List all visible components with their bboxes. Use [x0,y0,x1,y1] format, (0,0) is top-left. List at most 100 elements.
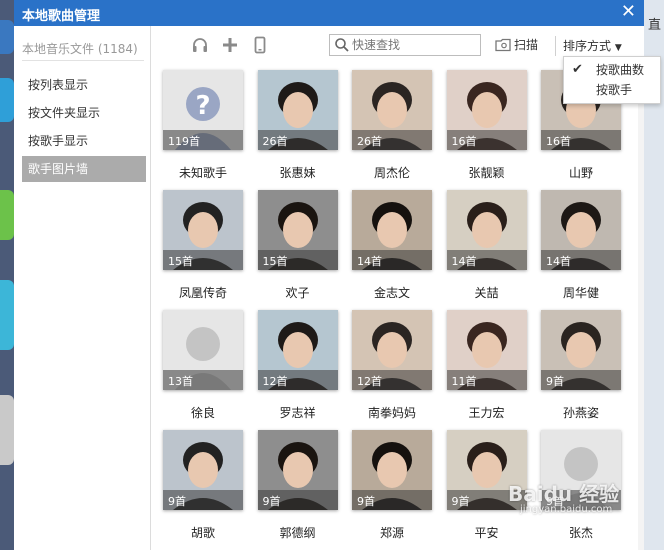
sort-option-label: 按歌曲数 [596,63,645,77]
artist-name[interactable]: 周杰伦 [342,164,442,181]
sidebar-item-artist-photo-wall[interactable]: 歌手图片墙 [22,156,146,182]
artist-name[interactable]: 王力宏 [437,404,537,421]
svg-text:?: ? [195,91,210,121]
song-count-bar: 16首 [541,130,621,150]
baidu-watermark-url: jingyan.baidu.com [520,504,613,515]
song-count-bar: 14首 [446,250,527,270]
folder-scan-icon [495,38,511,52]
song-count-bar: 15首 [257,250,338,270]
song-count-bar: 9首 [352,490,432,510]
artist-name[interactable]: 凤凰传奇 [153,284,253,301]
artist-name[interactable]: 徐良 [153,404,253,421]
sidebar-divider [22,60,144,61]
artist-placeholder-avatar[interactable]: 13首 [163,310,243,390]
sidebar-item-folder-view[interactable]: 按文件夹显示 [22,100,146,126]
baidu-watermark: Baidu 经验 [508,482,620,506]
song-count: 14首 [546,255,571,268]
sort-dropdown-menu: ✔ 按歌曲数 按歌手 [563,56,661,104]
artist-name[interactable]: 平安 [437,524,537,541]
song-count: 26首 [357,135,382,148]
artist-photo[interactable]: 12首 [352,310,432,390]
artist-photo[interactable]: 9首 [257,430,338,510]
artist-photo[interactable]: 14首 [541,190,621,270]
artist-name[interactable]: 金志文 [342,284,442,301]
background-app-tile [0,20,14,54]
background-app-tile [0,395,14,465]
song-count-bar: 12首 [352,370,432,390]
artist-photo[interactable]: 26首 [257,70,338,150]
artist-name[interactable]: 未知歌手 [153,164,253,181]
artist-name[interactable]: 胡歌 [153,524,253,541]
song-count: 119首 [168,135,200,148]
dialog-titlebar[interactable]: 本地歌曲管理 ✕ [14,0,644,26]
song-count-bar: 15首 [163,250,243,270]
artist-photo[interactable]: 9首 [541,310,621,390]
artist-name[interactable]: 罗志祥 [248,404,348,421]
artist-placeholder-avatar[interactable]: ? 119首 [163,70,243,150]
local-song-manager-dialog: 本地歌曲管理 ✕ 本地音乐文件 (1184) 按列表显示 按文件夹显示 按歌手显… [14,0,644,550]
plus-icon[interactable] [221,36,239,54]
artist-name[interactable]: 张惠妹 [248,164,348,181]
background-app-tile [0,280,14,350]
artist-name[interactable]: 周华健 [531,284,631,301]
artist-photo[interactable]: 9首 [163,430,243,510]
song-count: 14首 [451,255,477,268]
sidebar-item-list-view[interactable]: 按列表显示 [22,72,146,98]
song-count-bar: 14首 [541,250,621,270]
scan-label: 扫描 [514,38,539,52]
artist-name[interactable]: 南拳妈妈 [342,404,442,421]
song-count-bar: 9首 [163,490,243,510]
artist-photo[interactable]: 9首 [352,430,432,510]
song-count: 9首 [546,375,564,388]
sort-option-by-artist[interactable]: 按歌手 [564,80,660,100]
sidebar-item-artist-view[interactable]: 按歌手显示 [22,128,146,154]
artist-name[interactable]: 山野 [531,164,631,181]
sort-option-label: 按歌手 [596,83,633,97]
song-count-bar: 13首 [163,370,243,390]
song-count: 13首 [168,375,193,388]
sort-option-by-song-count[interactable]: ✔ 按歌曲数 [564,60,660,80]
headphone-icon[interactable] [191,36,209,54]
scrollbar[interactable] [638,64,644,550]
artist-photo[interactable]: 14首 [446,190,527,270]
caret-down-icon: ▼ [614,43,622,53]
background-app-tile [0,78,14,122]
sidebar-header: 本地音乐文件 (1184) [22,42,138,56]
checkmark-icon: ✔ [572,62,583,77]
artist-photo[interactable]: 15首 [257,190,338,270]
search-input[interactable] [352,36,476,54]
song-count-bar: 26首 [352,130,432,150]
background-app-tile [0,190,14,240]
phone-icon[interactable] [251,36,269,54]
song-count: 16首 [546,135,571,148]
artist-name[interactable]: 郑源 [342,524,442,541]
close-icon[interactable]: ✕ [621,2,636,22]
artist-name[interactable]: 郭德纲 [248,524,348,541]
artist-photo[interactable]: 16首 [446,70,527,150]
dialog-title: 本地歌曲管理 [22,9,101,24]
song-count: 11首 [451,375,477,388]
song-count-bar: 9首 [257,490,338,510]
song-count-bar: 9首 [541,370,621,390]
song-count: 15首 [168,255,193,268]
artist-name[interactable]: 张杰 [531,524,631,541]
song-count: 12首 [262,375,288,388]
song-count: 16首 [451,135,477,148]
sort-button[interactable]: 排序方式 ▼ [563,37,622,54]
artist-photo[interactable]: 15首 [163,190,243,270]
song-count: 9首 [262,495,281,508]
artist-name[interactable]: 孙燕姿 [531,404,631,421]
artist-photo[interactable]: 12首 [257,310,338,390]
background-app-text: 直 [648,18,662,33]
song-count: 12首 [357,375,382,388]
sidebar: 本地音乐文件 (1184) 按列表显示 按文件夹显示 按歌手显示 歌手图片墙 [14,26,151,550]
artist-photo[interactable]: 11首 [446,310,527,390]
artist-photo[interactable]: 14首 [352,190,432,270]
song-count-bar: 12首 [257,370,338,390]
song-count: 15首 [262,255,288,268]
artist-photo[interactable]: 26首 [352,70,432,150]
search-box[interactable] [329,34,481,56]
artist-name[interactable]: 张靓颖 [437,164,537,181]
artist-name[interactable]: 关喆 [437,284,537,301]
artist-name[interactable]: 欢子 [248,284,348,301]
